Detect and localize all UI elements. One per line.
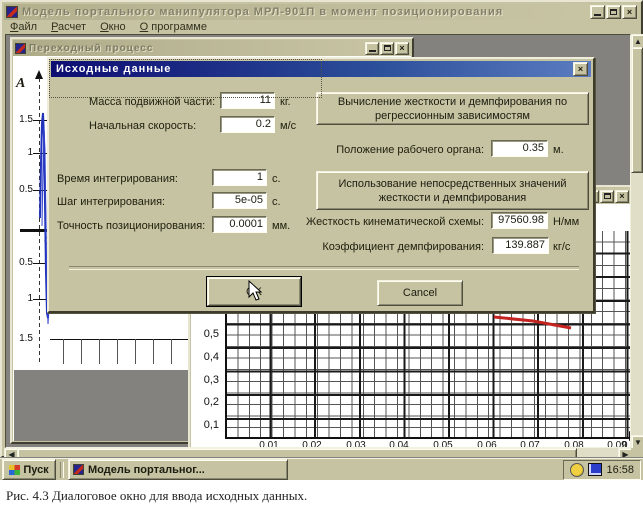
dialog-title: Исходные данные [56, 63, 573, 75]
stiffness-input[interactable]: 97560.98 [491, 212, 548, 229]
system-tray: 16:58 [563, 460, 641, 480]
close-icon[interactable]: × [395, 42, 409, 55]
transient-window-icon [15, 43, 26, 54]
field-unit: кг. [280, 96, 291, 108]
menu-calc[interactable]: Расчет [51, 21, 86, 33]
menu-file[interactable]: Файл [10, 21, 37, 33]
work-organ-position-input[interactable]: 0.35 [491, 140, 548, 157]
restore-icon[interactable] [380, 42, 394, 55]
restore-icon[interactable] [600, 190, 614, 203]
transient-titlebar[interactable]: Переходный процесс × [13, 40, 411, 56]
grid-x-tick: 0,06 [471, 440, 503, 448]
close-icon[interactable]: × [573, 62, 588, 76]
task-app-icon [73, 464, 84, 475]
grid-x-tick: 0,1 [619, 440, 631, 448]
field-label: Шаг интегрирования: [57, 196, 165, 208]
grid-x-tick: 0,01 [253, 440, 285, 448]
field-label: Коэффициент демпфирования: [299, 241, 484, 253]
field-label: Масса подвижной части: [89, 96, 215, 108]
cancel-button[interactable]: Cancel [377, 280, 463, 306]
grid-x-tick: 0,05 [427, 440, 459, 448]
menu-window[interactable]: Окно [100, 21, 126, 33]
grid-x-tick: 0,07 [514, 440, 546, 448]
close-icon[interactable]: × [622, 5, 637, 19]
grid-x-tick: 0,04 [383, 440, 415, 448]
minimize-icon[interactable] [365, 42, 379, 55]
app-icon [6, 6, 18, 18]
mouse-cursor-icon [248, 280, 264, 302]
separator [69, 266, 579, 270]
initial-speed-input[interactable]: 0.2 [220, 116, 275, 133]
field-unit: с. [272, 173, 281, 185]
positioning-accuracy-input[interactable]: 0.0001 [212, 216, 267, 233]
maximize-icon[interactable] [606, 5, 621, 19]
start-button[interactable]: Пуск [2, 459, 56, 480]
field-unit: мм. [272, 220, 290, 232]
grid-x-tick: 0,02 [296, 440, 328, 448]
field-label: Начальная скорость: [89, 120, 196, 132]
transient-window-title: Переходный процесс [29, 43, 365, 54]
field-label: Положение рабочего органа: [299, 144, 484, 156]
field-label: Точность позиционирования: [57, 220, 205, 232]
scrollbar-thumb[interactable] [631, 47, 643, 173]
vertical-scrollbar[interactable]: ▲ ▼ [631, 34, 643, 448]
field-label: Жесткость кинематической схемы: [299, 216, 484, 228]
mass-input[interactable]: 11 [220, 92, 275, 109]
damping-input[interactable]: 139.887 [492, 237, 549, 254]
dialog-titlebar[interactable]: Исходные данные × [51, 61, 591, 77]
taskbar: Пуск Модель портальног... 16:58 [0, 458, 643, 480]
regression-calc-button[interactable]: Вычисление жесткости и демпфирования по … [316, 92, 589, 125]
tray-indicator-icon[interactable] [588, 463, 602, 476]
app-titlebar[interactable]: Модель портального манипулятора МРЛ-901П… [4, 4, 639, 20]
menu-about[interactable]: О программе [140, 21, 207, 33]
integration-step-input[interactable]: 5e-05 [212, 192, 267, 209]
field-unit: кг/с [553, 241, 570, 253]
grid-x-tick: 0,08 [558, 440, 590, 448]
field-unit: Н/мм [553, 216, 579, 228]
taskbar-divider [60, 462, 64, 478]
initial-data-dialog: Исходные данные × Масса подвижной части:… [47, 57, 595, 313]
integration-time-input[interactable]: 1 [212, 169, 267, 186]
close-icon[interactable]: × [615, 190, 629, 203]
screenshot-root: Модель портального манипулятора МРЛ-901П… [0, 0, 643, 512]
caption-area: Рис. 4.3 Диалоговое окно для ввода исход… [0, 480, 643, 512]
field-unit: м. [553, 144, 564, 156]
grid-x-tick: 0,03 [340, 440, 372, 448]
field-unit: с. [272, 196, 281, 208]
taskbar-clock[interactable]: 16:58 [606, 464, 634, 476]
field-unit: м/с [280, 120, 296, 132]
field-label: Время интегрирования: [57, 173, 178, 185]
direct-values-button[interactable]: Использование непосредственных значений … [316, 171, 589, 210]
windows-logo-icon [9, 465, 20, 475]
figure-caption: Рис. 4.3 Диалоговое окно для ввода исход… [6, 488, 307, 504]
menu-bar: Файл Расчет Окно О программе [4, 20, 639, 34]
task-button[interactable]: Модель портальног... [68, 459, 288, 480]
app-title: Модель портального манипулятора МРЛ-901П… [22, 6, 590, 18]
minimize-icon[interactable] [590, 5, 605, 19]
tray-volume-icon[interactable] [570, 463, 584, 477]
app-window: Модель портального манипулятора МРЛ-901П… [0, 0, 643, 458]
